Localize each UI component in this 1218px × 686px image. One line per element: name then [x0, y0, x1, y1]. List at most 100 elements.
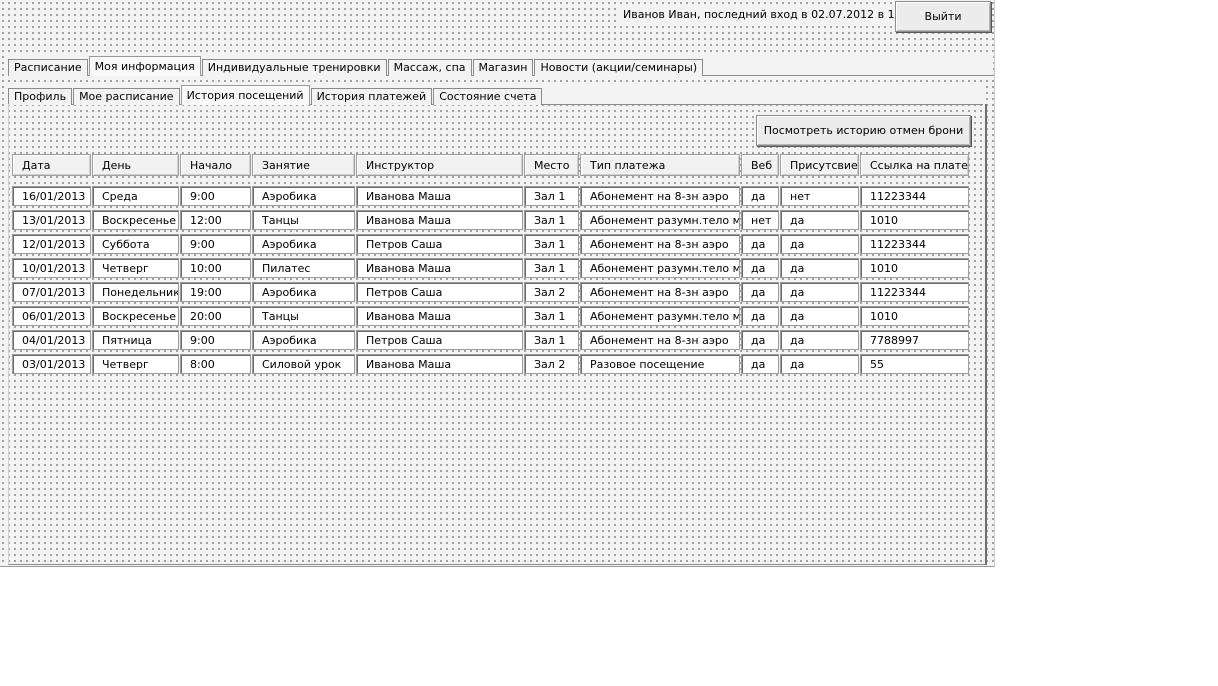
cell-place[interactable]: Зал 1	[524, 330, 579, 350]
column-header-date[interactable]: Дата	[12, 154, 91, 176]
tab-shop[interactable]: Магазин	[472, 59, 534, 76]
cell-payment-type[interactable]: Абонемент на 8-зн аэро	[580, 282, 740, 302]
cell-presence[interactable]: да	[780, 210, 859, 230]
column-header-class[interactable]: Занятие	[252, 154, 355, 176]
column-header-payment-type[interactable]: Тип платежа	[580, 154, 740, 176]
cell-web[interactable]: нет	[741, 210, 779, 230]
cell-payment-link[interactable]: 11223344	[860, 282, 969, 302]
cell-payment-type[interactable]: Абонемент на 8-зн аэро	[580, 330, 740, 350]
cell-web[interactable]: да	[741, 258, 779, 278]
cell-start[interactable]: 20:00	[180, 306, 251, 326]
cell-place[interactable]: Зал 1	[524, 234, 579, 254]
cell-start[interactable]: 8:00	[180, 354, 251, 374]
cell-date[interactable]: 16/01/2013	[12, 186, 91, 206]
cell-web[interactable]: да	[741, 282, 779, 302]
cell-payment-link[interactable]: 11223344	[860, 186, 969, 206]
tab-my-info[interactable]: Моя информация	[88, 56, 201, 76]
column-header-start[interactable]: Начало	[180, 154, 251, 176]
cell-web[interactable]: да	[741, 330, 779, 350]
cell-payment-link[interactable]: 1010	[860, 306, 969, 326]
cell-place[interactable]: Зал 2	[524, 354, 579, 374]
tab-payment-history[interactable]: История платежей	[310, 88, 433, 105]
cell-date[interactable]: 04/01/2013	[12, 330, 91, 350]
cell-day[interactable]: Понедельник	[92, 282, 179, 302]
cell-date[interactable]: 13/01/2013	[12, 210, 91, 230]
cell-class[interactable]: Аэробика	[252, 234, 355, 254]
cell-payment-link[interactable]: 1010	[860, 258, 969, 278]
tab-profile[interactable]: Профиль	[8, 88, 73, 105]
cell-instructor[interactable]: Петров Саша	[356, 282, 523, 302]
cell-payment-type[interactable]: Абонемент разумн.тело мес.	[580, 258, 740, 278]
cell-date[interactable]: 12/01/2013	[12, 234, 91, 254]
cell-start[interactable]: 9:00	[180, 186, 251, 206]
cell-place[interactable]: Зал 1	[524, 306, 579, 326]
cell-payment-type[interactable]: Разовое посещение	[580, 354, 740, 374]
cell-class[interactable]: Аэробика	[252, 282, 355, 302]
cell-start[interactable]: 9:00	[180, 330, 251, 350]
cell-presence[interactable]: да	[780, 234, 859, 254]
cell-date[interactable]: 03/01/2013	[12, 354, 91, 374]
cell-start[interactable]: 12:00	[180, 210, 251, 230]
cell-instructor[interactable]: Иванова Маша	[356, 354, 523, 374]
column-header-instructor[interactable]: Инструктор	[356, 154, 523, 176]
cell-date[interactable]: 07/01/2013	[12, 282, 91, 302]
cell-day[interactable]: Пятница	[92, 330, 179, 350]
cell-date[interactable]: 10/01/2013	[12, 258, 91, 278]
cell-date[interactable]: 06/01/2013	[12, 306, 91, 326]
column-header-place[interactable]: Место	[524, 154, 579, 176]
cell-place[interactable]: Зал 1	[524, 210, 579, 230]
cell-instructor[interactable]: Петров Саша	[356, 234, 523, 254]
cell-class[interactable]: Аэробика	[252, 186, 355, 206]
tab-my-schedule[interactable]: Мое расписание	[73, 88, 180, 105]
cell-payment-type[interactable]: Абонемент на 8-зн аэро	[580, 186, 740, 206]
tab-schedule[interactable]: Расписание	[8, 59, 88, 76]
cell-day[interactable]: Четверг	[92, 258, 179, 278]
cell-instructor[interactable]: Петров Саша	[356, 330, 523, 350]
column-header-payment-link[interactable]: Ссылка на платеж	[860, 154, 969, 176]
cell-payment-link[interactable]: 1010	[860, 210, 969, 230]
tab-personal-training[interactable]: Индивидуальные тренировки	[201, 59, 387, 76]
cell-payment-link[interactable]: 55	[860, 354, 969, 374]
tab-account-status[interactable]: Состояние счета	[433, 88, 543, 105]
column-header-presence[interactable]: Присутсвие	[780, 154, 859, 176]
cell-web[interactable]: да	[741, 234, 779, 254]
cell-instructor[interactable]: Иванова Маша	[356, 186, 523, 206]
tab-news[interactable]: Новости (акции/семинары)	[534, 59, 704, 76]
cell-payment-type[interactable]: Абонемент на 8-зн аэро	[580, 234, 740, 254]
cell-start[interactable]: 9:00	[180, 234, 251, 254]
cell-presence[interactable]: да	[780, 258, 859, 278]
cell-instructor[interactable]: Иванова Маша	[356, 258, 523, 278]
cell-place[interactable]: Зал 2	[524, 282, 579, 302]
cell-presence[interactable]: да	[780, 354, 859, 374]
cell-web[interactable]: да	[741, 306, 779, 326]
cell-start[interactable]: 10:00	[180, 258, 251, 278]
logout-button[interactable]: Выйти	[895, 1, 991, 32]
cell-class[interactable]: Танцы	[252, 210, 355, 230]
cell-web[interactable]: да	[741, 186, 779, 206]
cell-place[interactable]: Зал 1	[524, 186, 579, 206]
column-header-day[interactable]: День	[92, 154, 179, 176]
tab-massage-spa[interactable]: Массаж, спа	[387, 59, 472, 76]
cell-class[interactable]: Силовой урок	[252, 354, 355, 374]
cancel-history-button[interactable]: Посмотреть историю отмен брони	[756, 115, 971, 146]
cell-day[interactable]: Воскресенье	[92, 306, 179, 326]
cell-presence[interactable]: нет	[780, 186, 859, 206]
cell-day[interactable]: Среда	[92, 186, 179, 206]
column-header-web[interactable]: Веб	[741, 154, 779, 176]
cell-presence[interactable]: да	[780, 306, 859, 326]
tab-visit-history[interactable]: История посещений	[180, 85, 310, 105]
cell-payment-link[interactable]: 11223344	[860, 234, 969, 254]
cell-payment-type[interactable]: Абонемент разумн.тело мес.	[580, 306, 740, 326]
cell-payment-type[interactable]: Абонемент разумн.тело мес.	[580, 210, 740, 230]
cell-day[interactable]: Четверг	[92, 354, 179, 374]
cell-instructor[interactable]: Иванова Маша	[356, 306, 523, 326]
cell-day[interactable]: Суббота	[92, 234, 179, 254]
cell-payment-link[interactable]: 7788997	[860, 330, 969, 350]
cell-class[interactable]: Пилатес	[252, 258, 355, 278]
cell-class[interactable]: Аэробика	[252, 330, 355, 350]
cell-web[interactable]: да	[741, 354, 779, 374]
cell-class[interactable]: Танцы	[252, 306, 355, 326]
cell-presence[interactable]: да	[780, 282, 859, 302]
cell-instructor[interactable]: Иванова Маша	[356, 210, 523, 230]
cell-place[interactable]: Зал 1	[524, 258, 579, 278]
